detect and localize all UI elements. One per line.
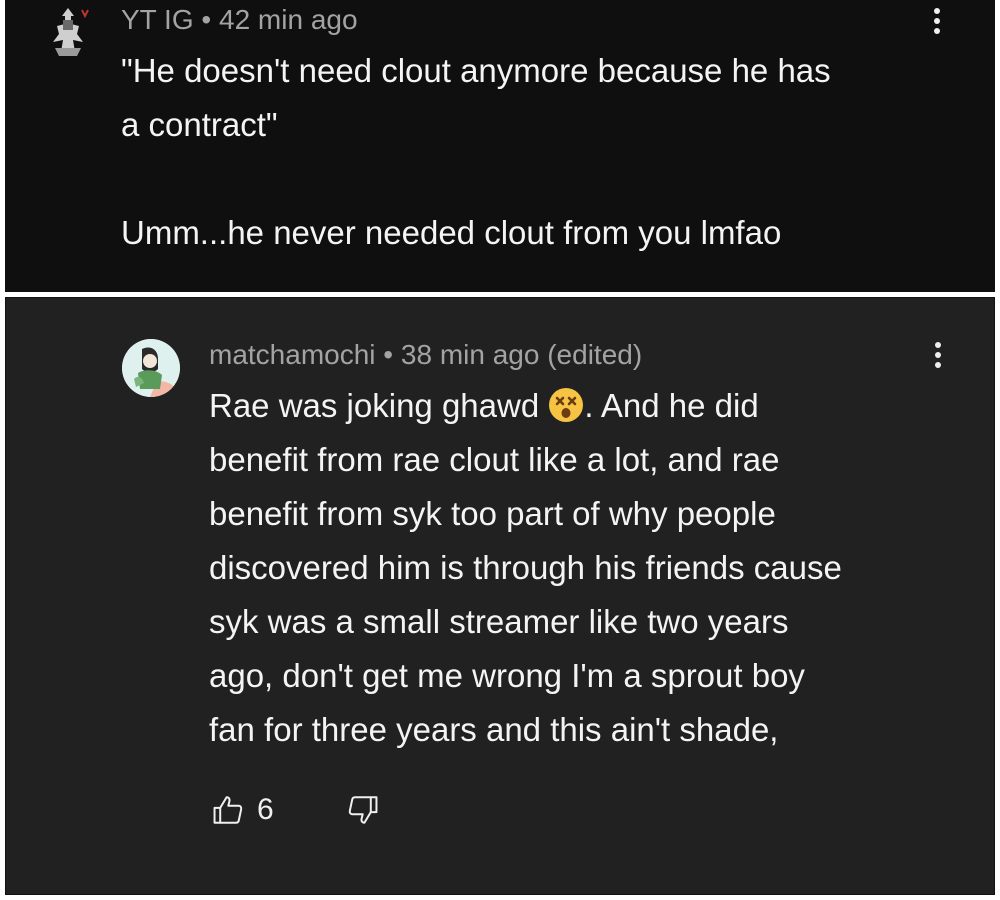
separator-dot: • xyxy=(201,4,212,35)
dislike-button[interactable] xyxy=(346,793,380,827)
edited-label: (edited) xyxy=(547,339,643,370)
timestamp: 38 min ago xyxy=(400,339,540,370)
comment-line: Umm...he never needed clout from you lmf… xyxy=(121,214,782,251)
comment-meta: YT IG • 42 min ago xyxy=(121,4,358,36)
comment-line: benefit from rae clout like a lot, and r… xyxy=(209,441,780,478)
comment-text: Rae was joking ghawd . And he did benefi… xyxy=(209,379,842,757)
comment-line: benefit from syk too part of why people xyxy=(209,495,776,532)
comment-line: Rae was joking ghawd . And he did xyxy=(209,379,842,433)
like-count: 6 xyxy=(257,793,274,826)
comment-card-top: YT IG • 42 min ago "He doesn't need clou… xyxy=(5,0,995,292)
comment-line: fan for three years and this ain't shade… xyxy=(209,711,779,748)
avatar[interactable] xyxy=(43,4,93,60)
avatar[interactable] xyxy=(122,339,180,397)
username[interactable]: matchamochi xyxy=(209,339,376,370)
like-button[interactable]: 6 xyxy=(211,793,274,827)
comment-meta: matchamochi • 38 min ago (edited) xyxy=(209,339,642,371)
more-vert-icon[interactable] xyxy=(927,8,947,34)
comment-line: syk was a small streamer like two years xyxy=(209,603,789,640)
timestamp: 42 min ago xyxy=(219,4,358,35)
comment-line: ago, don't get me wrong I'm a sprout boy xyxy=(209,657,805,694)
comment-text: "He doesn't need clout anymore because h… xyxy=(121,44,831,260)
thumb-down-icon xyxy=(348,796,378,824)
comment-text-segment: . And he did xyxy=(584,387,759,424)
thumb-up-icon xyxy=(213,796,243,824)
comment-line xyxy=(121,152,831,206)
comment-line: "He doesn't need clout anymore because h… xyxy=(121,52,831,89)
username[interactable]: YT IG xyxy=(121,4,194,35)
dizzy-face-emoji-icon xyxy=(549,388,584,422)
comment-line: discovered him is through his friends ca… xyxy=(209,549,842,586)
more-vert-icon[interactable] xyxy=(928,342,948,368)
comment-text-segment: Rae was joking ghawd xyxy=(209,387,549,424)
separator-dot: • xyxy=(383,339,394,370)
comment-line: a contract" xyxy=(121,106,278,143)
comment-card-bottom: matchamochi • 38 min ago (edited) Rae wa… xyxy=(5,297,995,895)
